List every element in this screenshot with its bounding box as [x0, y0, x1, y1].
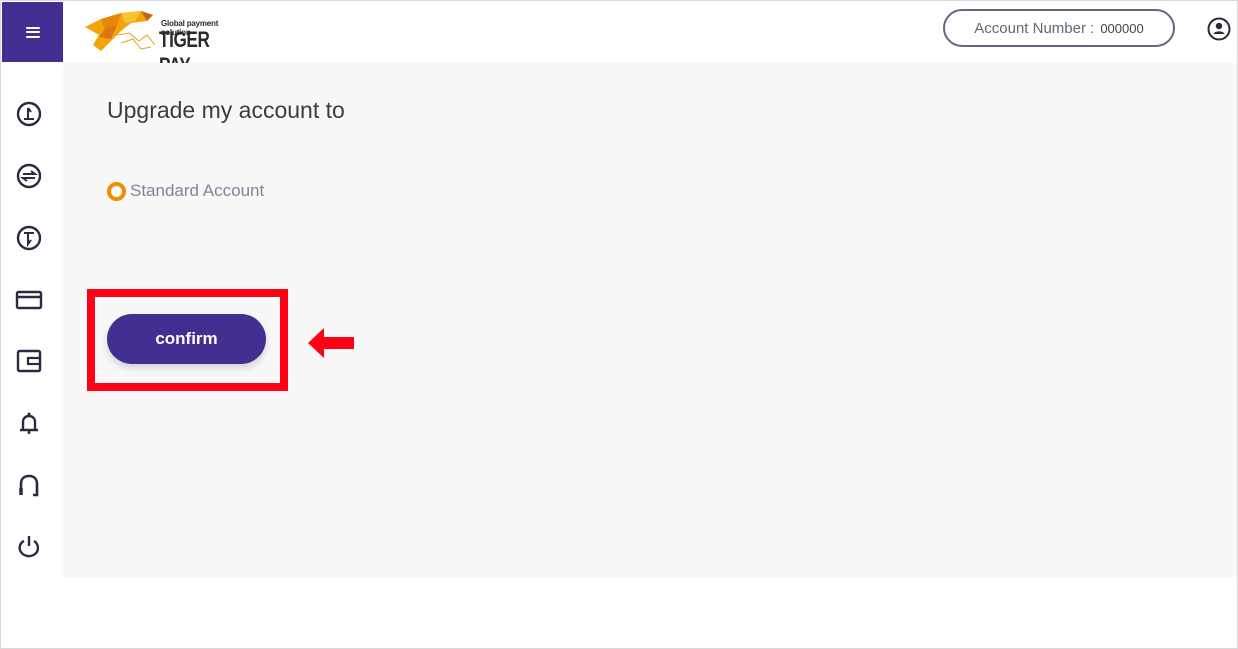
hamburger-icon [25, 26, 40, 38]
menu-button[interactable] [2, 2, 63, 62]
deposit-icon[interactable] [15, 100, 43, 128]
account-number-value: 000000 [1100, 20, 1144, 36]
card-icon[interactable] [15, 286, 43, 314]
wallet-icon[interactable] [15, 347, 43, 375]
standard-account-option[interactable]: Standard Account [107, 181, 264, 201]
tiger-logo-icon [85, 11, 156, 51]
account-number-label: Account Number : [974, 19, 1095, 37]
power-icon[interactable] [15, 533, 43, 561]
bell-icon[interactable] [15, 409, 43, 437]
headset-icon[interactable] [15, 471, 43, 499]
annotation-arrow-icon [308, 328, 354, 358]
page-frame: Global payment solution TIGER PAY Accoun… [0, 0, 1238, 649]
logo: Global payment solution TIGER PAY [81, 5, 241, 78]
withdraw-icon[interactable] [15, 224, 43, 252]
page-title: Upgrade my account to [107, 97, 345, 123]
account-number-badge[interactable]: Account Number : 000000 [943, 9, 1175, 47]
confirm-button[interactable]: confirm [107, 314, 266, 364]
radio-button-selected[interactable] [107, 181, 126, 201]
user-profile-icon[interactable] [1207, 17, 1231, 41]
transfer-icon[interactable] [15, 162, 43, 190]
standard-account-label: Standard Account [130, 181, 265, 200]
